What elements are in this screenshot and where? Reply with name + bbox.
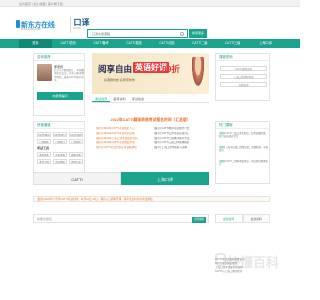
search-icon[interactable]	[180, 32, 184, 36]
avatar[interactable]	[37, 64, 52, 81]
tool-button[interactable]: 考试大纲	[37, 159, 51, 164]
tool-button[interactable]: 历年真题	[53, 152, 67, 157]
filter-search-button[interactable]: 立即搜索	[192, 216, 206, 223]
list-item[interactable]: [课程]上海中高级口译精品班，真题精讲，冲刺提分	[219, 146, 269, 153]
notice-bar[interactable]: [最新] 2022年下半年CATTI考试时间：11月12日-13日，报名入口即将…	[33, 196, 270, 202]
quick-button[interactable]: 口译报名	[37, 139, 51, 144]
nav-item-2[interactable]: CATTI备考	[85, 39, 118, 48]
search-button[interactable]: 搜索更多	[189, 29, 207, 38]
course-consult-card: 课程咨询 CATTI课程咨询 上海口译课程咨询 在线咨询	[215, 53, 270, 101]
teacher-card-title: 名师推荐	[34, 54, 84, 61]
tab-0[interactable]: 考试资讯	[92, 96, 111, 102]
tab-latest-materials[interactable]: 最新资料	[242, 214, 270, 223]
quick-button[interactable]: CATTI报名	[37, 132, 51, 137]
teacher-description: 北京大学翻译硕士，中国翻译协会会员，多年口笔译教学经验，擅长CATTI备考指导。	[54, 69, 85, 83]
list-item-text: CATTI三级口译全程班，名师直播授课，助力高效通过考试	[219, 132, 268, 139]
news-link-right[interactable]: [备考] 上海口译中级复习资料	[154, 146, 209, 151]
teacher-card: 名师推荐 李老师 北京大学翻译硕士，中国翻译协会会员，多年口笔译教学经验，擅长C…	[33, 53, 85, 116]
logo-sub-text: KOOLEARN.COM	[21, 28, 41, 31]
top-bar: 设为首页 | 加入收藏 | 客户端下载	[0, 0, 300, 7]
banner-discount: 89折	[162, 64, 180, 74]
nav-item-5[interactable]: CATTI二级	[183, 39, 216, 48]
header: 新东方在线 KOOLEARN.COM 口译 KOUYI 搜索更多	[0, 7, 300, 39]
site-logo[interactable]: 新东方在线 KOOLEARN.COM	[16, 19, 68, 33]
hot-course-title: 热门课程	[216, 122, 269, 129]
tool-button[interactable]: 经验分享	[69, 159, 83, 164]
logo-mark-icon	[16, 20, 20, 28]
consult-button-shanghai[interactable]: 上海口译课程咨询	[220, 74, 267, 79]
list-item[interactable]: [课程]CATTI二级笔译强化班，系统提升翻译能力	[219, 160, 269, 167]
nav-item-1[interactable]: CATTI首页	[52, 39, 85, 48]
list-item-text: CATTI二级笔译强化班，系统提升翻译能力	[219, 160, 268, 167]
tab-catti[interactable]: CATTI	[33, 172, 121, 185]
section-subtitle: KOUYI	[73, 27, 81, 30]
hot-course-card: 热门课程 [课程]CATTI三级口译全程班，名师直播授课，助力高效通过考试 [课…	[215, 121, 270, 184]
ask-teacher-button[interactable]: 向老师提问	[37, 92, 83, 100]
filter-label[interactable]: 我要去报名	[37, 215, 52, 224]
tool-button[interactable]: 模拟试题	[69, 152, 83, 157]
quick-buttons: CATTI报名 CATTI考试 CATTI成绩口译报名 口译考试 口译成绩	[37, 132, 83, 144]
tab-latest-news[interactable]: 最新资讯	[215, 214, 243, 223]
news-link-left[interactable]: [资讯] CATTI考试合格证书领取通知	[96, 146, 151, 151]
section-logo[interactable]: 口译 KOUYI	[70, 17, 90, 33]
list-item: [资讯] CATTI考试合格证书领取通知 [备考] 上海口译中级复习资料	[96, 146, 209, 151]
tab-1[interactable]: 备考资料	[110, 96, 128, 102]
tool-button[interactable]: 备考指南	[37, 152, 51, 157]
exam-tabs: CATTI 上海口译	[33, 172, 209, 185]
tool-button[interactable]: 学习资料	[53, 159, 67, 164]
consult-button-catti[interactable]: CATTI课程咨询	[220, 66, 267, 71]
consult-button-online[interactable]: 在线咨询	[220, 82, 267, 87]
nav-item-6[interactable]: CATTI三级	[216, 39, 249, 48]
news-list: [资讯] 2022年CATTI考试报名入口 [备考] CATTI笔译考试题型介绍[…	[96, 127, 209, 151]
filter-bar: 我要去报名 立即搜索	[33, 214, 209, 223]
list-item-text: 上海中高级口译精品班，真题精讲，冲刺提分	[219, 146, 269, 153]
list-item[interactable]: [课程]CATTI三级口译全程班，名师直播授课，助力高效通过考试	[219, 132, 269, 139]
tab-shanghai-interpreting[interactable]: 上海口译	[121, 172, 209, 185]
quick-button[interactable]: 口译成绩	[69, 139, 83, 144]
nav-item-4[interactable]: CATTI动态	[151, 39, 184, 48]
search-input[interactable]	[88, 30, 187, 37]
top-bar-links[interactable]: 设为首页 | 加入收藏 | 客户端下载	[19, 2, 63, 6]
banner-person-image	[191, 57, 205, 89]
main-nav: 首页 CATTI首页 CATTI备考 CATTI真题 CATTI动态 CATTI二级 CAT…	[0, 39, 300, 48]
nav-item-7[interactable]: 上海口译	[249, 39, 282, 48]
quick-button[interactable]: CATTI考试	[53, 132, 67, 137]
news-tabs: 考试资讯 备考资料 考试动态	[92, 96, 209, 103]
news-headline[interactable]: 2022年CATTI翻译资格考试报名时间（汇总版）	[92, 118, 209, 123]
side-tabs: 最新资讯 最新资料	[215, 214, 270, 223]
course-consult-title: 课程咨询	[216, 54, 269, 61]
quick-button[interactable]: CATTI成绩	[69, 132, 83, 137]
nav-item-3[interactable]: CATTI真题	[118, 39, 151, 48]
nav-items: 首页 CATTI首页 CATTI备考 CATTI真题 CATTI动态 CATTI二级 CAT…	[19, 39, 282, 48]
nav-item-0[interactable]: 首页	[19, 39, 52, 48]
lower-side-list: CATTI考试合格标准是多少 CATTI考试报名条件 上海口译考试证书有效期 CATT…	[215, 258, 270, 288]
tool-buttons: 备考指南 历年真题 模拟试题考试大纲 学习资料 经验分享	[37, 152, 83, 164]
banner-text-1: 阅享自由	[98, 64, 133, 74]
list-item[interactable]: CATTI与上海口译的区别	[215, 270, 270, 274]
tab-2[interactable]: 考试动态	[129, 96, 147, 102]
tools-heading: 考试工具	[37, 146, 50, 150]
banner-subtext: 好课限时抢 名师带你学	[104, 78, 135, 82]
quick-button[interactable]: 口译考试	[53, 139, 67, 144]
search-box	[87, 29, 188, 38]
quick-access-title: 快速通道	[34, 122, 84, 129]
promo-banner[interactable]: 阅享自由 英语好课 89折 好课限时抢 名师带你学	[92, 53, 209, 94]
